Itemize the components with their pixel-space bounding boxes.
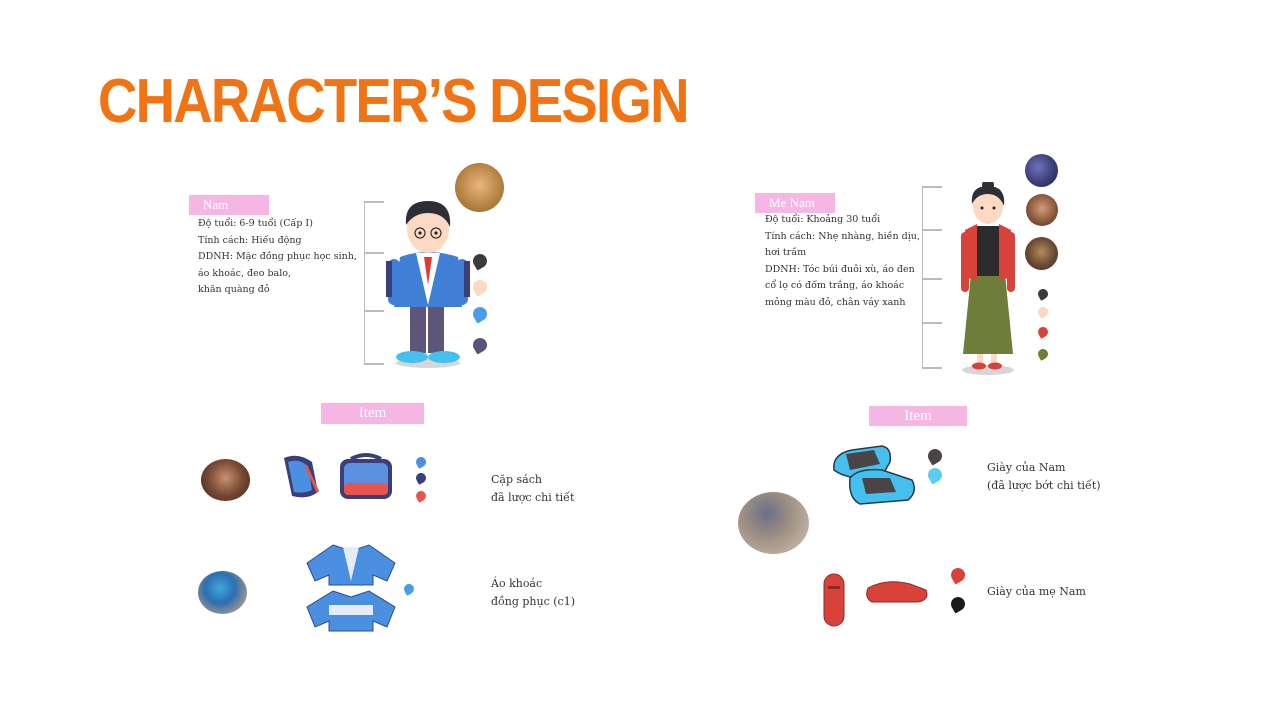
backpack-side-illustration	[284, 455, 320, 498]
nam-personality: Tính cách: Hiếu động	[198, 234, 302, 246]
nam-ddnh-3: khăn quàng đỏ	[198, 284, 270, 295]
nam-shoes-label-line-1: Giày của Nam	[987, 461, 1066, 474]
bag-label-line-2: đã lược chi tiết	[491, 491, 575, 504]
me-nam-ddnh-3: mỏng màu đỏ, chân váy xanh	[765, 296, 906, 308]
me-nam-shoes-illustration	[823, 573, 928, 627]
nam-bracket-tick	[364, 201, 384, 203]
me-nam-ddnh-2: cổ lọ có đốm trắng, áo khoác	[765, 280, 905, 291]
nam-tag: Nam	[189, 195, 269, 215]
nam-shoes-color-swatch	[925, 465, 945, 485]
nam-bracket-tick	[364, 252, 384, 254]
me-nam-personality-1: Tính cách: Nhẹ nhàng, hiền dịu,	[765, 230, 920, 242]
page-title: CHARACTER’S DESIGN	[98, 67, 690, 136]
bag-label-line-1: Cặp sách	[491, 473, 542, 486]
me-nam-shoes-label: Giày của mẹ Nam	[987, 585, 1086, 598]
bag-color-swatch	[414, 489, 428, 503]
nam-bracket-tick	[364, 310, 384, 312]
jacket-color-swatch	[402, 582, 416, 596]
me-nam-info: Độ tuổi: Khoảng 30 tuổi Tính cách: Nhẹ n…	[765, 212, 920, 311]
bag-color-swatch	[414, 455, 428, 469]
me-nam-age: Độ tuổi: Khoảng 30 tuổi	[765, 214, 881, 225]
jacket-illustration	[306, 544, 396, 632]
jacket-reference-photo	[198, 571, 247, 614]
backpack-front-illustration	[340, 453, 392, 499]
nam-character-illustration	[386, 201, 470, 368]
bag-reference-photo	[201, 459, 250, 501]
me-nam-character-illustration	[961, 182, 1015, 375]
me-nam-bracket-tick	[922, 367, 942, 369]
me-nam-color-swatch	[1036, 325, 1050, 339]
me-nam-bracket-tick	[922, 278, 942, 280]
me-nam-bracket-tick	[922, 322, 942, 324]
bag-label: Cặp sách đã lược chi tiết	[491, 471, 574, 507]
nam-shoes-label-line-2: (đã lược bớt chi tiết)	[987, 479, 1101, 492]
nam-info: Độ tuổi: 6-9 tuổi (Cấp I) Tính cách: Hiế…	[198, 216, 357, 299]
nam-age: Độ tuổi: 6-9 tuổi (Cấp I)	[198, 218, 313, 229]
me-nam-reference-photo	[1025, 154, 1058, 187]
nam-bracket-tick	[364, 363, 384, 365]
nam-shoes-color-swatch	[925, 446, 945, 466]
nam-ddnh-2: áo khoác, đeo balo,	[198, 267, 291, 279]
items-right-tag: Item	[869, 406, 967, 426]
me-nam-color-swatch	[1036, 305, 1050, 319]
me-nam-bracket-tick	[922, 186, 942, 188]
me-nam-color-swatch	[1036, 287, 1050, 301]
nam-shoes-illustration	[833, 445, 915, 505]
nam-reference-photo	[455, 163, 504, 212]
nam-bracket	[364, 201, 365, 364]
me-nam-shoes-color-swatch	[948, 594, 968, 614]
me-nam-reference-photo	[1026, 194, 1058, 226]
jacket-label: Áo khoác đồng phục (c1)	[491, 575, 575, 611]
me-nam-reference-photo	[1025, 237, 1058, 270]
nam-ddnh-1: DDNH: Mặc đồng phục học sinh,	[198, 251, 357, 262]
me-nam-tag: Mẹ Nam	[755, 193, 835, 213]
jacket-label-line-2: đồng phục (c1)	[491, 595, 576, 608]
jacket-label-line-1: Áo khoác	[491, 577, 543, 590]
me-nam-ddnh-1: DDNH: Tóc búi đuôi xù, áo đen	[765, 263, 915, 275]
bag-color-swatch	[414, 471, 428, 485]
me-nam-bracket	[922, 186, 923, 368]
shoes-reference-photo	[738, 492, 809, 554]
me-nam-shoes-color-swatch	[948, 565, 968, 585]
me-nam-bracket-tick	[922, 229, 942, 231]
me-nam-color-swatch	[1036, 347, 1050, 361]
nam-shoes-label: Giày của Nam (đã lược bớt chi tiết)	[987, 459, 1101, 495]
me-nam-personality-2: hơi trầm	[765, 247, 807, 258]
items-left-tag: Item	[321, 403, 424, 424]
